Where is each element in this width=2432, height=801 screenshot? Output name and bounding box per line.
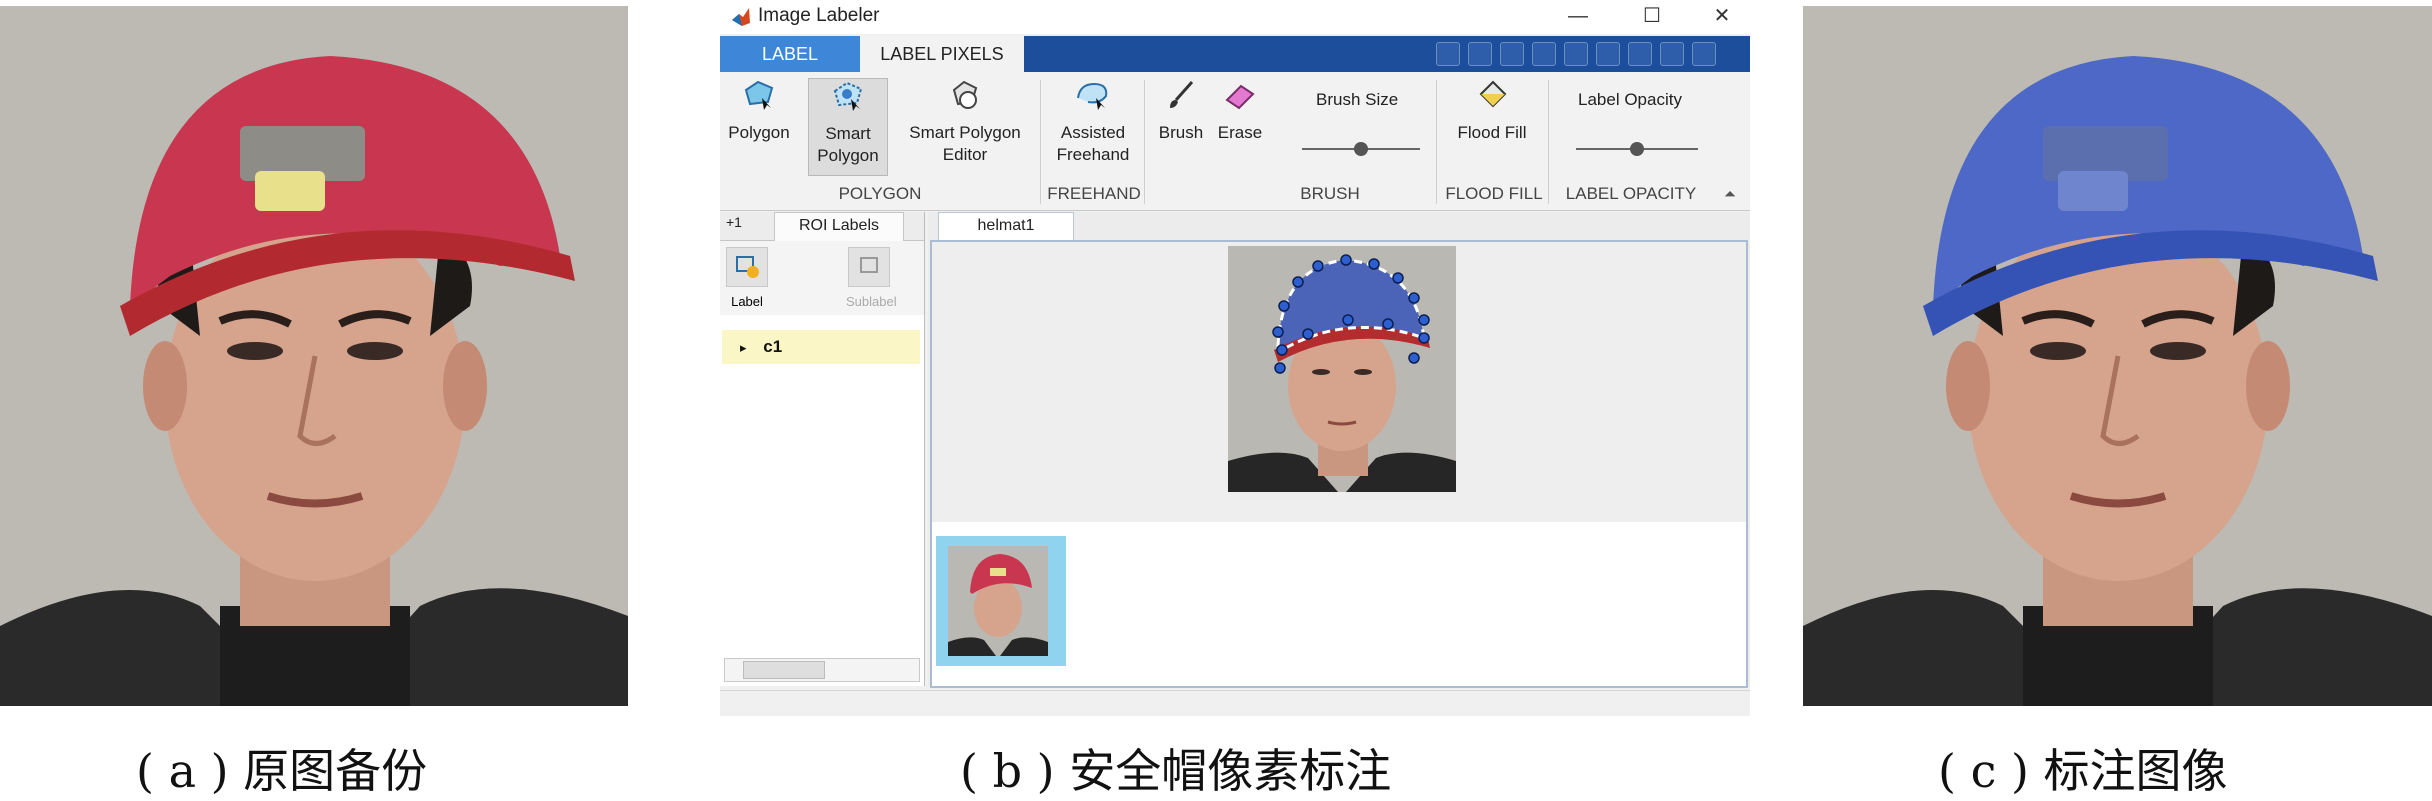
label-opacity-slider[interactable] (1576, 142, 1698, 156)
matlab-logo-icon (732, 8, 750, 26)
expand-chevron-icon[interactable]: ▸ (740, 340, 747, 355)
group-freehand: FREEHAND (1047, 184, 1141, 203)
polygon-label: Polygon (728, 123, 790, 142)
ribbon-separator (1548, 80, 1549, 204)
ribbon-separator (1040, 80, 1041, 204)
paste-icon[interactable] (1532, 42, 1556, 66)
horizontal-scrollbar[interactable] (724, 658, 920, 682)
undo-icon[interactable] (1564, 42, 1588, 66)
assisted-freehand-button[interactable]: Assisted Freehand (1050, 78, 1136, 166)
image-canvas (930, 240, 1748, 688)
group-brush: BRUSH (1300, 184, 1360, 203)
thumbnail-image (948, 546, 1048, 656)
paint-bucket-icon (1479, 80, 1507, 108)
maximize-button[interactable]: ☐ (1626, 2, 1678, 30)
scrollbar-thumb[interactable] (743, 661, 825, 679)
brush-icon (1170, 81, 1194, 108)
minimize-button[interactable]: — (1552, 2, 1604, 30)
label-tool-label: Label (731, 294, 763, 309)
brush-size-slider[interactable] (1302, 142, 1420, 156)
add-label-button[interactable]: Label (724, 247, 770, 309)
tab-roi-labels[interactable]: ROI Labels (774, 212, 904, 241)
polygon-icon (744, 80, 774, 110)
title-bar: Image Labeler — ☐ ✕ (720, 0, 1750, 34)
flood-fill-button[interactable]: Flood Fill (1444, 78, 1540, 144)
smart-polygon-label-2: Polygon (817, 146, 879, 165)
tab-helmat1[interactable]: helmat1 (938, 212, 1074, 241)
label-opacity-label: Label Opacity (1578, 90, 1682, 109)
add-sublabel-button: Sublabel (846, 247, 897, 309)
group-flood-fill: FLOOD FILL (1445, 184, 1543, 203)
window-title: Image Labeler (758, 5, 880, 26)
labeled-image[interactable] (1228, 246, 1456, 492)
brush-label: Brush (1158, 123, 1204, 142)
freehand-icon (1077, 82, 1108, 110)
erase-button[interactable]: Erase (1210, 78, 1270, 144)
tab-label-pixels[interactable]: LABEL PIXELS (860, 36, 1024, 72)
image-labeler-window: Image Labeler — ☐ ✕ LABEL LABEL PIXELS P… (720, 0, 1750, 716)
brush-button[interactable]: Brush (1152, 78, 1210, 144)
brush-size-label: Brush Size (1316, 90, 1399, 109)
roi-toolbar: Label Sublabel (720, 241, 924, 315)
image-viewer[interactable] (932, 242, 1746, 522)
close-button[interactable]: ✕ (1696, 2, 1748, 30)
help-icon[interactable] (1660, 42, 1684, 66)
caption-a: ( a ) 原图备份 (136, 744, 428, 798)
image-area: helmat1 (928, 212, 1750, 688)
roi-labels-panel: +1 ROI Labels Label Sublabel ▸ c1 (720, 212, 925, 686)
original-photo (0, 6, 628, 706)
copy-icon[interactable] (1500, 42, 1524, 66)
assisted-freehand-label-2: Freehand (1056, 145, 1130, 164)
sublabel-icon (848, 247, 890, 287)
smart-polygon-icon (833, 81, 863, 111)
smart-polygon-label-1: Smart (825, 124, 871, 143)
smart-polygon-editor-label-1: Smart Polygon (909, 123, 1021, 142)
flood-fill-label: Flood Fill (1457, 123, 1527, 142)
erase-label: Erase (1217, 123, 1263, 142)
label-icon (726, 247, 768, 287)
save-icon[interactable] (1436, 42, 1460, 66)
group-polygon: POLYGON (838, 184, 922, 203)
polygon-button[interactable]: Polygon (726, 78, 792, 144)
ribbon: Polygon Smart Polygon Smart Polygon Edit… (720, 72, 1750, 211)
more-tabs-button[interactable]: +1 (726, 214, 742, 230)
redo-icon[interactable] (1596, 42, 1620, 66)
caption-b: ( b ) 安全帽像素标注 (960, 744, 1392, 798)
labeled-photo (1803, 6, 2432, 706)
smart-polygon-editor-label-2: Editor (942, 145, 988, 164)
collapse-ribbon-icon[interactable]: ⏶ (1724, 186, 1736, 203)
caption-c: ( c ) 标注图像 (1938, 744, 2228, 798)
slider-knob[interactable] (1630, 142, 1644, 156)
settings-icon[interactable] (1692, 42, 1716, 66)
roi-label-item[interactable]: ▸ c1 (722, 330, 920, 364)
ribbon-separator (1436, 80, 1437, 204)
assisted-freehand-label-1: Assisted (1060, 123, 1126, 142)
roi-label-name: c1 (763, 337, 783, 356)
thumbnail-selected[interactable] (936, 536, 1066, 666)
group-label-opacity: LABEL OPACITY (1565, 184, 1697, 203)
cut-icon[interactable] (1468, 42, 1492, 66)
polygon-editor-icon (952, 80, 978, 109)
status-bar (720, 690, 1750, 716)
window-layout-icon[interactable] (1628, 42, 1652, 66)
smart-polygon-editor-button[interactable]: Smart Polygon Editor (900, 78, 1030, 166)
smart-polygon-button[interactable]: Smart Polygon (808, 78, 888, 176)
roi-panel-tabs: +1 ROI Labels (720, 212, 924, 241)
eraser-icon (1225, 84, 1255, 110)
sublabel-tool-label: Sublabel (846, 294, 897, 309)
slider-knob[interactable] (1354, 142, 1368, 156)
tab-label[interactable]: LABEL (720, 36, 860, 72)
